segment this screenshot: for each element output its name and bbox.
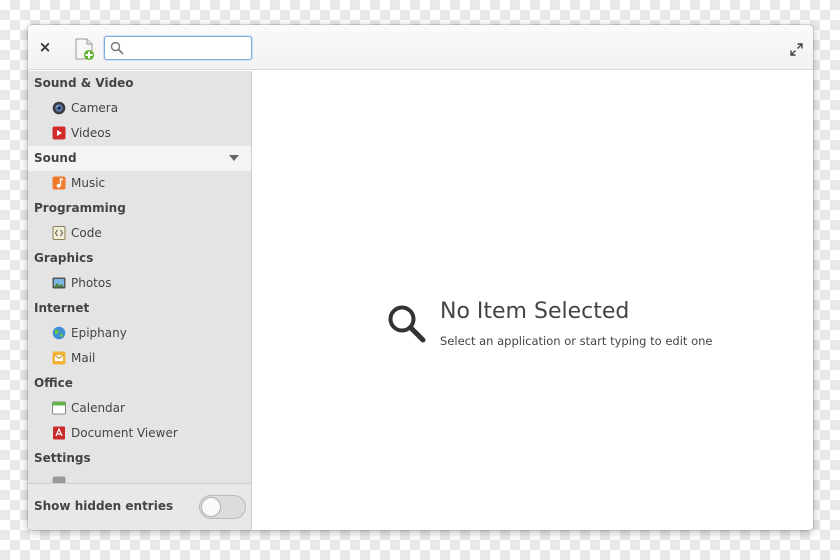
app-item-epiphany[interactable]: Epiphany	[28, 321, 251, 346]
sidebar: Sound & Video Camera Videos Sound Music …	[28, 71, 252, 530]
main-content: No Item Selected Select an application o…	[253, 71, 813, 530]
placeholder-subtitle: Select an application or start typing to…	[440, 334, 713, 348]
camera-icon	[52, 101, 66, 115]
app-item-camera[interactable]: Camera	[28, 96, 251, 121]
toggle-knob[interactable]	[201, 497, 221, 517]
app-item-calendar[interactable]: Calendar	[28, 396, 251, 421]
search-icon	[110, 41, 124, 55]
app-item-label: Epiphany	[71, 326, 127, 340]
app-item-photos[interactable]: Photos	[28, 271, 251, 296]
videos-icon	[52, 126, 66, 140]
search-large-icon	[388, 305, 426, 343]
search-field[interactable]	[104, 36, 252, 60]
app-item-label: Camera	[71, 101, 119, 115]
category-name: Sound	[34, 151, 77, 165]
app-item-label: Document Viewer	[71, 426, 178, 440]
music-icon	[52, 176, 66, 190]
app-item-label: Music	[71, 176, 106, 190]
category-header[interactable]: Sound & Video	[28, 71, 251, 96]
app-item-label: Photos	[71, 276, 112, 290]
close-button[interactable]: ×	[37, 38, 53, 56]
calendar-icon	[52, 401, 66, 415]
category-header[interactable]: Settings	[28, 446, 251, 471]
epiphany-icon	[52, 326, 66, 340]
category-header[interactable]: Programming	[28, 196, 251, 221]
maximize-button[interactable]	[790, 41, 803, 56]
show-hidden-label: Show hidden entries	[34, 499, 174, 513]
new-entry-button[interactable]	[74, 37, 96, 61]
maximize-icon	[790, 43, 803, 56]
app-item-music[interactable]: Music	[28, 171, 251, 196]
new-document-icon	[75, 38, 94, 60]
show-hidden-toggle[interactable]	[199, 495, 246, 519]
search-input[interactable]	[127, 38, 247, 58]
category-list: Sound & Video Camera Videos Sound Music …	[28, 71, 251, 483]
chevron-down-icon[interactable]	[229, 155, 239, 161]
app-item-code[interactable]: Code	[28, 221, 251, 246]
app-item-mail[interactable]: Mail	[28, 346, 251, 371]
sidebar-footer: Show hidden entries	[28, 483, 251, 530]
photos-icon	[52, 277, 66, 289]
settings-app-icon	[52, 476, 66, 483]
app-item-videos[interactable]: Videos	[28, 121, 251, 146]
app-item-label: Code	[71, 226, 102, 240]
app-item-label: Videos	[71, 126, 111, 140]
mail-icon	[52, 351, 66, 365]
code-icon	[52, 226, 66, 240]
app-item-label: Calendar	[71, 401, 125, 415]
category-header[interactable]: Office	[28, 371, 251, 396]
category-header[interactable]: Sound	[28, 146, 251, 171]
category-header[interactable]: Internet	[28, 296, 251, 321]
titlebar: ×	[28, 25, 813, 70]
placeholder-title: No Item Selected	[440, 299, 630, 324]
app-item-label: Mail	[71, 351, 96, 365]
app-item-document-viewer[interactable]: Document Viewer	[28, 421, 251, 446]
app-window: × Sound & Video Camera Videos Sound Musi…	[28, 25, 813, 530]
app-item-settings[interactable]	[28, 471, 251, 483]
category-header[interactable]: Graphics	[28, 246, 251, 271]
document-viewer-icon	[53, 426, 65, 440]
